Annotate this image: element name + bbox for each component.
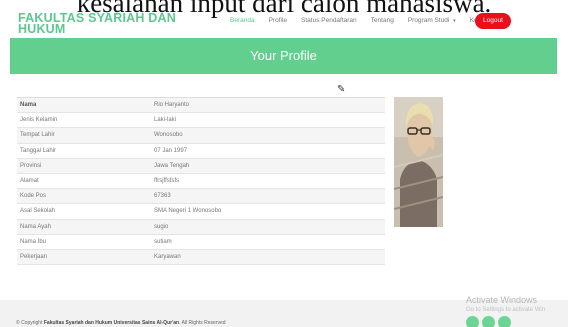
table-row: Jenis Kelamin Laki-laki	[17, 113, 385, 129]
profile-photo-graphic	[394, 97, 443, 227]
brand-line-2: HUKUM	[18, 22, 66, 36]
nav-item-program-studi-label: Program Studi	[407, 17, 450, 24]
row-value: Wonosobo	[154, 132, 183, 139]
row-label: Pekerjaan	[20, 253, 48, 260]
chevron-down-icon: ▾	[453, 18, 456, 24]
row-value: Rio Haryanto	[154, 102, 190, 108]
row-value: 07 Jan 1997	[154, 147, 188, 154]
nav-item-profile[interactable]: Profile	[269, 17, 287, 24]
row-value: 67363	[154, 193, 171, 200]
table-row: Nama Rio Haryanto	[17, 98, 385, 114]
row-label: Tempat Lahir	[20, 132, 55, 139]
profile-photo	[394, 97, 443, 227]
social-links	[466, 316, 514, 327]
row-value: sugio	[154, 223, 169, 230]
row-label: Tanggal Lahir	[20, 147, 57, 154]
row-value: sutiam	[154, 238, 172, 245]
row-value: Karyawan	[154, 253, 181, 260]
instagram-icon[interactable]	[498, 316, 511, 327]
nav-item-program-studi[interactable]: Program Studi ▾	[408, 17, 456, 24]
table-row: Provinsi Jawa Tengah	[17, 158, 385, 174]
row-label: Nama Ibu	[20, 238, 47, 245]
row-label: Kode Pos	[20, 193, 47, 200]
table-row: Alamat ffrsjffsfsfs	[17, 174, 385, 190]
row-label: Provinsi	[20, 162, 42, 169]
table-row: Tempat Lahir Wonosobo	[17, 128, 385, 144]
row-value: SMA Negeri 1 Wonosobo	[154, 208, 222, 215]
row-value: ffrsjffsfsfs	[154, 177, 180, 184]
twitter-icon[interactable]	[466, 316, 479, 327]
row-label: Jenis Kelamin	[20, 117, 58, 124]
nav-item-tentang[interactable]: Tentang	[371, 17, 394, 24]
row-label: Alamat	[20, 177, 39, 184]
logout-button[interactable]: Logout	[475, 13, 511, 29]
row-value: Laki-laki	[154, 117, 177, 124]
page-title: Your Profile	[250, 48, 317, 63]
edit-icon[interactable]: ✎	[337, 84, 345, 95]
row-value: Jawa Tengah	[154, 162, 190, 169]
page-title-banner: Your Profile	[10, 38, 557, 74]
main-nav: Beranda Profile Status Pendaftaran Tenta…	[230, 17, 504, 24]
copyright-suffix: . All Rights Reserved	[179, 320, 226, 326]
table-row: Nama Ayah sugio	[17, 219, 385, 235]
table-row: Tanggal Lahir 07 Jan 1997	[17, 144, 385, 159]
row-label: Nama Ayah	[20, 223, 51, 230]
profile-table: Nama Rio Haryanto Jenis Kelamin Laki-lak…	[17, 97, 385, 266]
facebook-icon[interactable]	[482, 316, 495, 327]
nav-item-beranda[interactable]: Beranda	[230, 17, 255, 24]
copyright-org: Fakultas Syariah dan Hukum Universitas S…	[43, 320, 180, 326]
row-label: Asal Sekolah	[20, 208, 56, 215]
table-row: Kode Pos 67363	[17, 189, 385, 205]
copyright-prefix: © Copyright	[16, 320, 44, 326]
brand-logo[interactable]: FAKULTAS SYARIAH DAN HUKUM	[18, 12, 176, 36]
nav-item-status-pendaftaran[interactable]: Status Pendaftaran	[301, 17, 357, 24]
footer-copyright: © Copyright Fakultas Syariah dan Hukum U…	[16, 320, 226, 326]
row-label: Nama	[20, 102, 37, 108]
activate-windows-title: Activate Windows	[466, 295, 538, 305]
table-row: Nama Ibu sutiam	[17, 235, 385, 250]
table-row: Pekerjaan Karyawan	[17, 249, 385, 266]
table-row: Asal Sekolah SMA Negeri 1 Wonosobo	[17, 204, 385, 220]
activate-windows-subtitle: Go to Settings to activate Win	[466, 307, 546, 313]
